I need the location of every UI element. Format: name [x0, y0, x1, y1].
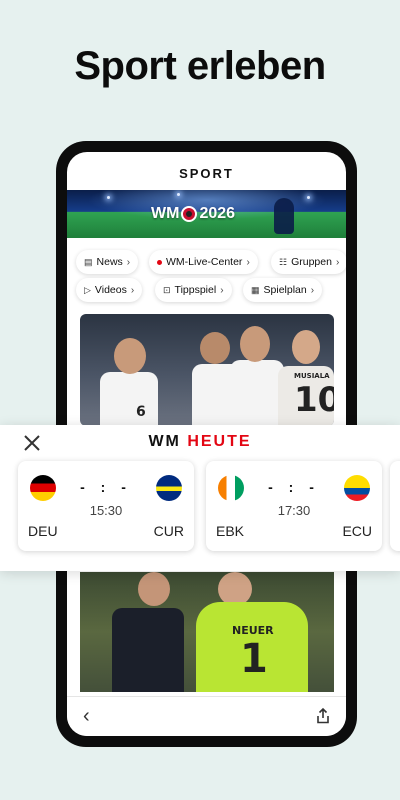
- share-icon[interactable]: [314, 707, 332, 725]
- chevron-right-icon: ›: [335, 256, 340, 268]
- chip-live-center[interactable]: WM-Live-Center ›: [149, 250, 258, 274]
- bottom-toolbar: ‹: [67, 696, 346, 736]
- wm-banner[interactable]: WM 2026: [67, 190, 346, 238]
- wm-heute-panel: WM HEUTE - : - 15:30 DEU CUR - : - 17:30…: [0, 425, 400, 571]
- chevron-right-icon: ›: [246, 256, 250, 268]
- wm-logo: WM 2026: [151, 205, 236, 222]
- chevron-right-icon: ›: [130, 284, 135, 296]
- headline: Sport erleben: [74, 44, 326, 88]
- flag-ecuador-icon: [344, 475, 370, 501]
- live-dot-icon: [157, 259, 162, 265]
- article-image-team[interactable]: 6 MUSIALA 10: [80, 314, 334, 426]
- flag-germany-icon: [30, 475, 56, 501]
- flag-ivory-coast-icon: [218, 475, 244, 501]
- match-score: - : -: [268, 479, 320, 495]
- football-icon: [181, 206, 198, 222]
- chip-tippspiel[interactable]: ⊡ Tippspiel ›: [155, 278, 232, 302]
- play-icon: ▷: [84, 284, 91, 295]
- match-card-peek[interactable]: [390, 461, 400, 551]
- tip-icon: ⊡: [163, 284, 171, 295]
- chevron-right-icon: ›: [220, 284, 224, 296]
- team-home: EBK: [216, 523, 245, 539]
- player-silhouette: [274, 198, 294, 234]
- team-away: CUR: [153, 523, 184, 539]
- back-arrow-icon[interactable]: ‹: [83, 705, 90, 728]
- match-card[interactable]: - : - 15:30 DEU CUR: [18, 461, 194, 551]
- app-brand: SPORT: [179, 166, 234, 181]
- chip-gruppen[interactable]: ☷ Gruppen ›: [271, 250, 346, 274]
- match-card[interactable]: - : - 17:30 EBK ECU: [206, 461, 382, 551]
- flag-curacao-icon: [156, 475, 182, 501]
- panel-title: WM HEUTE: [148, 433, 252, 450]
- calendar-icon: ▦: [251, 284, 260, 295]
- match-score: - : -: [80, 479, 132, 495]
- team-away: ECU: [342, 523, 372, 539]
- match-time: 15:30: [89, 503, 123, 518]
- chip-videos[interactable]: ▷ Videos ›: [76, 278, 143, 302]
- team-home: DEU: [28, 523, 58, 539]
- chip-spielplan[interactable]: ▦ Spielplan ›: [243, 278, 323, 302]
- chevron-right-icon: ›: [126, 256, 131, 268]
- article-image-keeper[interactable]: NEUER 1: [80, 572, 334, 692]
- news-icon: ▤: [84, 256, 93, 267]
- match-time: 17:30: [277, 503, 311, 518]
- chip-news[interactable]: ▤ News ›: [76, 250, 139, 274]
- groups-icon: ☷: [279, 256, 288, 267]
- chevron-right-icon: ›: [310, 284, 315, 296]
